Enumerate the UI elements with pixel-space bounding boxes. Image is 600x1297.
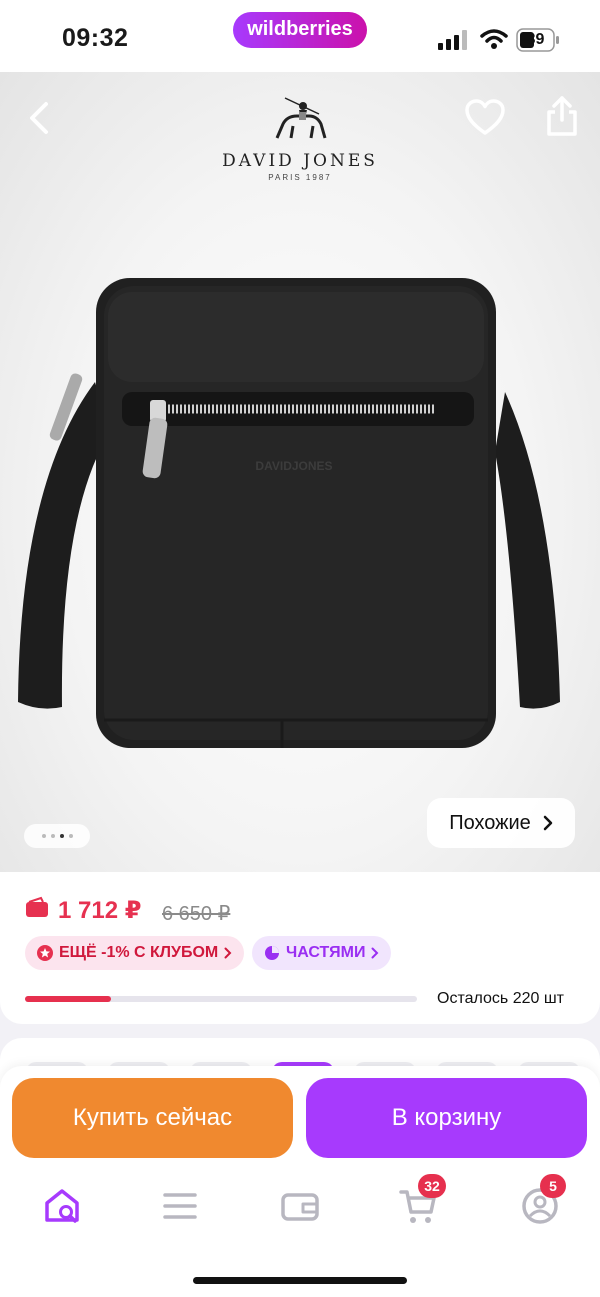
product-bag-image: DAVIDJONES	[18, 278, 560, 748]
brand-logo: DAVID JONES PARIS 1987	[200, 94, 400, 184]
club-discount-chip[interactable]: ЕЩЁ -1% С КЛУБОМ	[25, 936, 245, 970]
share-icon[interactable]	[542, 94, 582, 138]
carousel-dot	[41, 834, 46, 838]
price-card: 1 712 ₽ 6 650 ₽ ЕЩЁ -1% С КЛУБОМ ЧАСТЯМИ…	[0, 872, 600, 1024]
back-arrow-icon[interactable]	[22, 98, 56, 138]
profile-badge: 5	[540, 1174, 566, 1198]
favorite-heart-icon[interactable]	[464, 98, 506, 138]
buy-now-button[interactable]: Купить сейчас	[12, 1078, 293, 1158]
pie-chart-icon	[265, 946, 279, 960]
carousel-dots	[24, 824, 90, 848]
status-bar: 09:32 wildberries 39	[0, 0, 600, 72]
battery-indicator: 39	[516, 28, 560, 52]
similar-label: Похожие	[449, 811, 531, 834]
stock-progress-bar	[25, 996, 417, 1002]
similar-products-button[interactable]: Похожие	[427, 798, 575, 848]
knight-horse-logo-icon	[275, 97, 327, 139]
brand-name: DAVID JONES	[222, 151, 378, 171]
club-star-icon	[37, 945, 53, 961]
product-gallery[interactable]: DAVID JONES PARIS 1987 DAVIDJONES Похожи…	[0, 72, 600, 872]
add-to-cart-button[interactable]: В корзину	[306, 1078, 587, 1158]
installments-chip[interactable]: ЧАСТЯМИ	[252, 936, 392, 970]
club-chip-label: ЕЩЁ -1% С КЛУБОМ	[59, 944, 219, 961]
catalog-menu-icon[interactable]	[160, 1186, 200, 1226]
carousel-dot	[68, 834, 73, 838]
profile-tab[interactable]: 5	[520, 1174, 566, 1226]
carousel-dot-active	[59, 834, 64, 838]
chevron-right-icon	[371, 947, 379, 959]
battery-level: 39	[526, 31, 545, 48]
home-indicator	[193, 1277, 407, 1284]
bottom-action-bar: Купить сейчас В корзину 32 5	[0, 1066, 600, 1297]
stock-progress-fill	[25, 996, 112, 1002]
current-price: 1 712 ₽	[58, 897, 142, 924]
wifi-icon	[480, 29, 508, 49]
installments-label: ЧАСТЯМИ	[286, 944, 366, 961]
stock-remaining-text: Осталось 220 шт	[437, 990, 564, 1007]
status-time: 09:32	[62, 24, 129, 52]
cart-badge: 32	[418, 1174, 446, 1198]
cellular-signal-icon	[438, 30, 467, 50]
cart-tab[interactable]: 32	[398, 1174, 446, 1226]
wildberries-pill[interactable]: wildberries	[233, 12, 367, 48]
bag-logo-text: DAVIDJONES	[255, 459, 332, 473]
brand-tagline: PARIS 1987	[268, 173, 332, 182]
wb-wallet-icon	[26, 896, 48, 917]
carousel-dot	[50, 834, 55, 838]
chevron-right-icon	[543, 815, 553, 831]
wallet-icon[interactable]	[280, 1186, 320, 1226]
home-search-icon[interactable]	[42, 1186, 82, 1226]
old-price: 6 650 ₽	[162, 903, 231, 925]
chevron-right-icon	[224, 947, 232, 959]
